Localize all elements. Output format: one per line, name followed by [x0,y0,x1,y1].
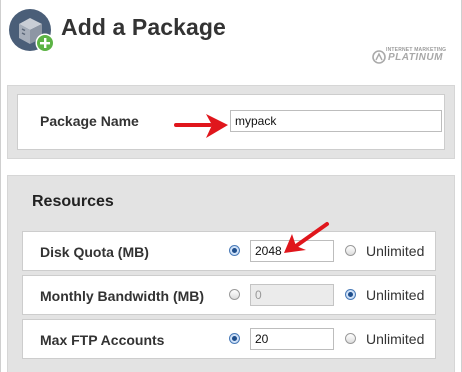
max-ftp-accounts-value-radio[interactable] [229,333,240,344]
package-name-input[interactable] [230,110,442,132]
watermark-mark-icon [372,50,386,64]
page-title: Add a Package [61,14,226,40]
monthly-bandwidth-input[interactable] [250,284,334,306]
monthly-bandwidth-unlimited-label: Unlimited [366,287,425,303]
disk-quota-unlimited-radio[interactable] [345,245,356,256]
monthly-bandwidth-label: Monthly Bandwidth (MB) [40,288,205,304]
max-ftp-accounts-unlimited-radio[interactable] [345,333,356,344]
max-ftp-accounts-label: Max FTP Accounts [40,332,165,348]
resources-heading: Resources [32,193,114,210]
page-header: Add a Package INTERNET MARKETING PLATINU… [0,0,462,78]
disk-quota-label: Disk Quota (MB) [40,244,149,260]
disk-quota-value-radio[interactable] [229,245,240,256]
package-add-icon [9,9,55,53]
monthly-bandwidth-value-radio[interactable] [229,289,240,300]
package-name-panel-inner: Package Name [17,94,445,150]
max-ftp-accounts-input[interactable] [250,328,334,350]
watermark-main-text: PLATINUM [388,52,443,63]
disk-quota-unlimited-label: Unlimited [366,243,425,259]
max-ftp-accounts-unlimited-label: Unlimited [366,331,425,347]
annotation-arrow-package-name [174,114,228,138]
resource-row-disk-quota: Disk Quota (MB) Unlimited [22,231,436,271]
package-name-label: Package Name [40,113,139,129]
monthly-bandwidth-unlimited-radio[interactable] [345,289,356,300]
resource-row-monthly-bandwidth: Monthly Bandwidth (MB) Unlimited [22,275,436,315]
annotation-arrow-disk-quota [284,222,329,253]
watermark-logo: INTERNET MARKETING PLATINUM [372,47,446,67]
resource-row-max-ftp-accounts: Max FTP Accounts Unlimited [22,319,436,359]
package-name-panel: Package Name [7,85,455,159]
